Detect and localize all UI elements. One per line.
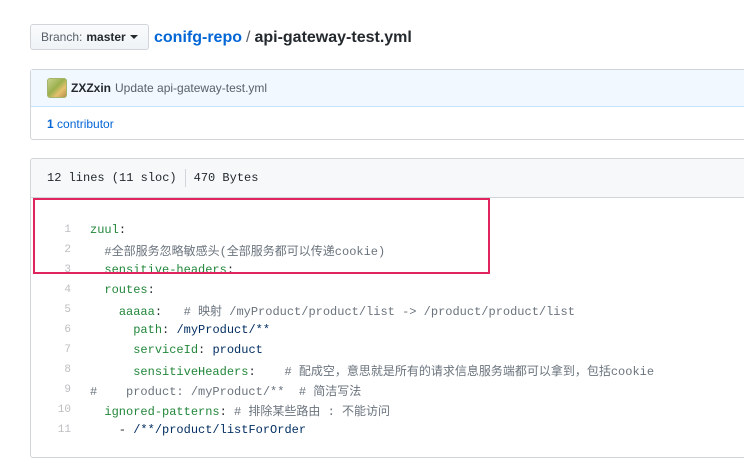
- code-line: 10 ignored-patterns: # 排除某些路由 : 不能访问: [31, 400, 744, 420]
- code-line: 8 sensitiveHeaders: # 配成空，意思就是所有的请求信息服务端…: [31, 360, 744, 380]
- code-text: serviceId: product: [81, 343, 263, 357]
- code-token: routes: [104, 283, 148, 297]
- code-token: :: [248, 364, 285, 379]
- code-token: product: [212, 343, 263, 357]
- contributor-count: 1: [47, 117, 54, 131]
- file-name: api-gateway-test.yml: [254, 29, 412, 46]
- code-token: # 配成空，意思就是所有的请求信息服务端都可以拿到，包括cookie: [284, 364, 655, 379]
- code-text: aaaaa: # 映射 /myProduct/product/list -> /…: [81, 302, 575, 319]
- line-number[interactable]: 9: [31, 384, 81, 396]
- code-token: :: [219, 404, 235, 419]
- commit-author[interactable]: ZXZxin: [71, 81, 111, 95]
- code-token: /**/product/listForOrder: [133, 423, 307, 437]
- code-token: # product: /myProduct/** # 简洁写法: [90, 384, 362, 399]
- line-number[interactable]: 11: [31, 424, 81, 436]
- repo-link[interactable]: conifg-repo: [154, 29, 242, 46]
- code-token: aaaaa: [118, 304, 155, 319]
- code-line: 6 path: /myProduct/**: [31, 320, 744, 340]
- code-text: #全部服务忽略敏感头(全部服务都可以传递cookie): [81, 242, 385, 259]
- code-text: routes:: [81, 283, 155, 297]
- code-token: #全部服务忽略敏感头(全部服务都可以传递cookie): [90, 244, 386, 259]
- file-info-divider: [184, 169, 186, 187]
- code-token: /myProduct/**: [176, 323, 271, 337]
- code-text: ignored-patterns: # 排除某些路由 : 不能访问: [81, 402, 390, 419]
- line-number[interactable]: 5: [31, 304, 81, 316]
- code-token: :: [154, 304, 184, 319]
- code-token: # 映射 /myProduct/product/list -> /product…: [183, 304, 575, 319]
- contributors-link[interactable]: 1 contributor: [31, 107, 744, 141]
- code-line: 7 serviceId: product: [31, 340, 744, 360]
- code-token: sensitiveHeaders: [133, 364, 249, 379]
- code-line: 9 # product: /myProduct/** # 简洁写法: [31, 380, 744, 400]
- code-text: sensitiveHeaders: # 配成空，意思就是所有的请求信息服务端都可…: [81, 362, 654, 379]
- code-token: :: [226, 263, 235, 277]
- line-number[interactable]: 10: [31, 404, 81, 416]
- line-number[interactable]: 6: [31, 324, 81, 336]
- branch-label: Branch:: [41, 30, 83, 44]
- code-line: 2 #全部服务忽略敏感头(全部服务都可以传递cookie): [31, 240, 744, 260]
- code-line: 3 sensitive-headers:: [31, 260, 744, 280]
- code-token: sensitive-headers: [104, 263, 227, 277]
- file-size: 470 Bytes: [193, 171, 259, 185]
- breadcrumb: conifg-repo / api-gateway-test.yml: [154, 27, 412, 49]
- code-token: ignored-patterns: [104, 404, 220, 419]
- file-box: 12 lines (11 sloc) 470 Bytes 1 zuul: 2 #全部…: [30, 158, 744, 458]
- code-token: :: [118, 223, 127, 237]
- code-line: 11 - /**/product/listForOrder: [31, 420, 744, 440]
- code-text: sensitive-headers:: [81, 263, 234, 277]
- code-text: zuul:: [81, 223, 126, 237]
- line-number[interactable]: 2: [31, 244, 81, 256]
- code-view: 1 zuul: 2 #全部服务忽略敏感头(全部服务都可以传递cookie) 3 sen…: [31, 198, 744, 440]
- file-header: 12 lines (11 sloc) 470 Bytes: [31, 159, 744, 198]
- caret-down-icon: [129, 35, 138, 39]
- commit-box: ZXZxin Update api-gateway-test.yml 1 con…: [30, 69, 744, 140]
- code-token: :: [162, 323, 177, 337]
- code-token: :: [198, 343, 213, 357]
- line-number[interactable]: 7: [31, 344, 81, 356]
- code-token: :: [147, 283, 155, 297]
- code-token: serviceId: [133, 343, 199, 357]
- code-token: -: [90, 423, 134, 437]
- branch-name: master: [86, 30, 126, 44]
- avatar[interactable]: [47, 78, 67, 98]
- line-number[interactable]: 1: [31, 224, 81, 236]
- code-line: 1 zuul:: [31, 220, 744, 240]
- code-text: path: /myProduct/**: [81, 323, 270, 337]
- code-token: # 排除某些路由 : 不能访问: [234, 404, 391, 419]
- code-text: - /**/product/listForOrder: [81, 423, 306, 437]
- contributor-label: contributor: [57, 117, 114, 131]
- commit-header: ZXZxin Update api-gateway-test.yml: [31, 70, 744, 107]
- code-token: zuul: [90, 223, 119, 237]
- branch-select-button[interactable]: Branch: master: [30, 24, 149, 50]
- line-number[interactable]: 8: [31, 364, 81, 376]
- file-lines: 12 lines (11 sloc): [47, 171, 177, 185]
- line-number[interactable]: 3: [31, 264, 81, 276]
- code-line: 5 aaaaa: # 映射 /myProduct/product/list ->…: [31, 300, 744, 320]
- line-number[interactable]: 4: [31, 284, 81, 296]
- breadcrumb-separator: /: [246, 29, 251, 46]
- commit-message[interactable]: Update api-gateway-test.yml: [115, 81, 267, 95]
- code-token: path: [133, 323, 163, 337]
- code-line: 4 routes:: [31, 280, 744, 300]
- code-text: # product: /myProduct/** # 简洁写法: [81, 382, 361, 399]
